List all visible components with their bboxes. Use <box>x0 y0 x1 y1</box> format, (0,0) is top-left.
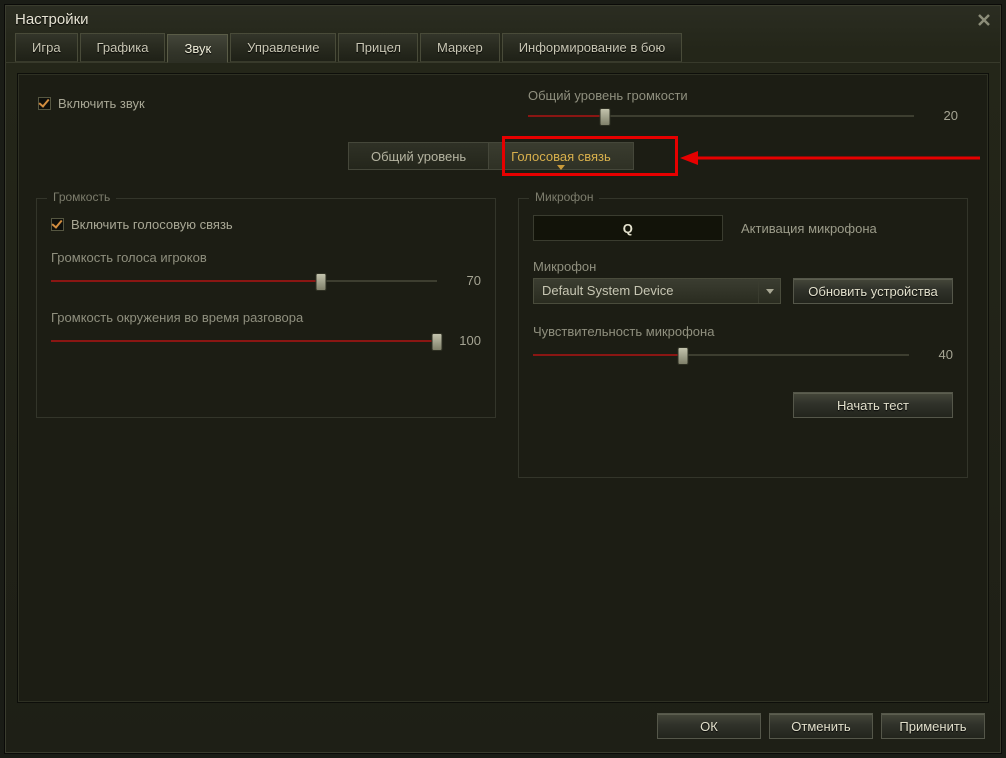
refresh-devices-button[interactable]: Обновить устройства <box>793 278 953 304</box>
tab-battlefeed[interactable]: Информирование в бою <box>502 33 683 62</box>
tab-marker[interactable]: Маркер <box>420 33 500 62</box>
mic-legend: Микрофон <box>529 190 599 204</box>
dropdown-arrow-icon <box>758 279 780 303</box>
volume-section: Громкость Включить голосовую связь Громк… <box>36 198 496 418</box>
enable-voice-checkbox[interactable] <box>51 218 64 231</box>
enable-voice-row: Включить голосовую связь <box>51 217 481 232</box>
window-title: Настройки <box>15 11 89 28</box>
player-volume-label: Громкость голоса игроков <box>51 250 481 265</box>
subtab-voice-chat[interactable]: Голосовая связь <box>488 142 634 170</box>
ok-button[interactable]: ОК <box>657 713 761 739</box>
tab-graphics[interactable]: Графика <box>80 33 166 62</box>
mic-sensitivity-value: 40 <box>923 347 953 362</box>
tab-controls[interactable]: Управление <box>230 33 336 62</box>
player-volume-value: 70 <box>451 273 481 288</box>
sound-subtabs: Общий уровень Голосовая связь <box>348 142 633 170</box>
ambient-volume-value: 100 <box>451 333 481 348</box>
volume-legend: Громкость <box>47 190 116 204</box>
enable-voice-label: Включить голосовую связь <box>71 217 233 232</box>
chevron-down-icon <box>557 165 565 170</box>
mic-device-value: Default System Device <box>534 279 758 303</box>
close-button[interactable] <box>973 9 995 31</box>
mic-sensitivity-label: Чувствительность микрофона <box>533 324 953 339</box>
enable-sound-checkbox[interactable] <box>38 97 51 110</box>
enable-sound-label: Включить звук <box>58 96 145 111</box>
tab-crosshair[interactable]: Прицел <box>338 33 418 62</box>
master-volume-label: Общий уровень громкости <box>528 88 958 103</box>
microphone-section: Микрофон Q Активация микрофона Микрофон … <box>518 198 968 478</box>
main-tabs: Игра Графика Звук Управление Прицел Марк… <box>5 33 1001 63</box>
ambient-volume-slider[interactable] <box>51 335 437 347</box>
master-volume-slider[interactable] <box>528 110 914 122</box>
close-icon <box>977 13 991 27</box>
master-volume-group: Общий уровень громкости 20 <box>528 88 958 123</box>
cancel-button[interactable]: Отменить <box>769 713 873 739</box>
mic-device-dropdown[interactable]: Default System Device <box>533 278 781 304</box>
annotation-arrow-icon <box>680 146 980 176</box>
ptt-label: Активация микрофона <box>741 221 877 236</box>
ambient-volume-label: Громкость окружения во время разговора <box>51 310 481 325</box>
master-volume-value: 20 <box>928 108 958 123</box>
start-test-button[interactable]: Начать тест <box>793 392 953 418</box>
ptt-key-input[interactable]: Q <box>533 215 723 241</box>
dialog-footer: ОК Отменить Применить <box>17 709 989 743</box>
player-volume-slider[interactable] <box>51 275 437 287</box>
apply-button[interactable]: Применить <box>881 713 985 739</box>
mic-sensitivity-slider[interactable] <box>533 349 909 361</box>
tab-game[interactable]: Игра <box>15 33 78 62</box>
mic-device-label: Микрофон <box>533 259 781 274</box>
tab-sound[interactable]: Звук <box>167 34 228 63</box>
subtab-general-volume[interactable]: Общий уровень <box>348 142 489 170</box>
